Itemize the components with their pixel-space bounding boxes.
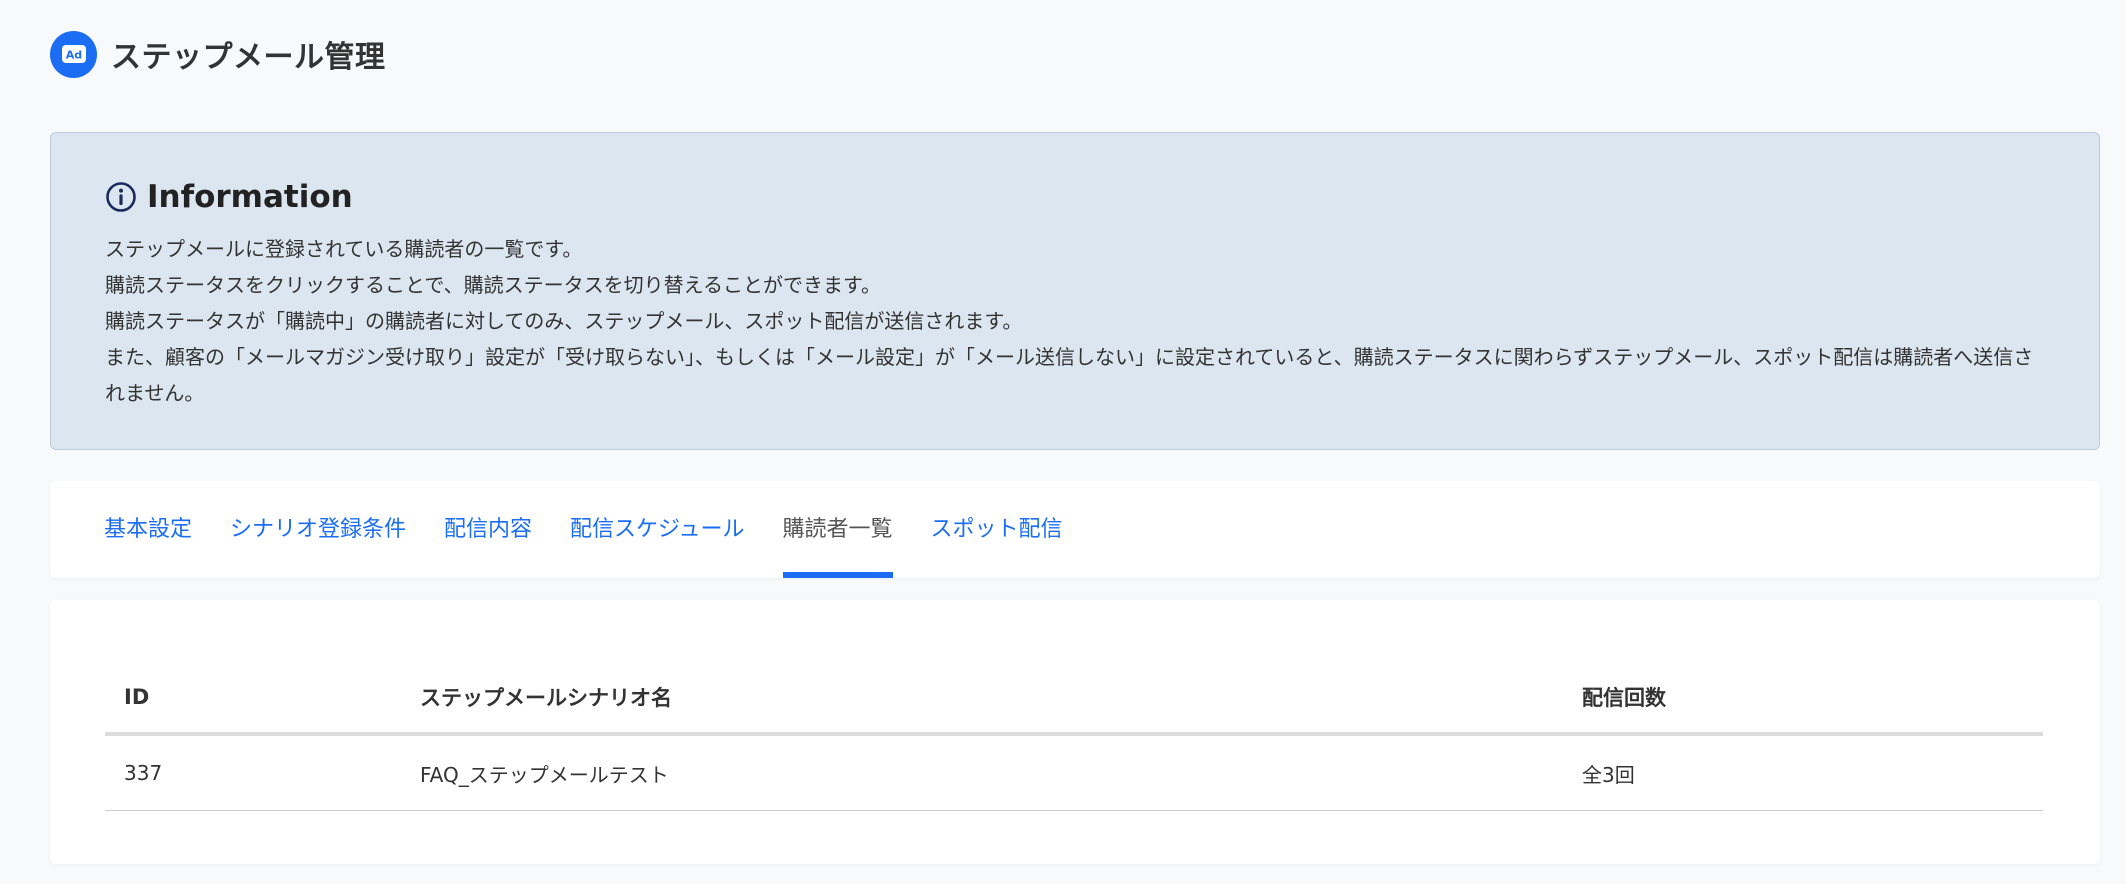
- info-circle-icon: [106, 182, 136, 212]
- information-line: ステップメールに登録されている購読者の一覧です。: [105, 237, 583, 261]
- information-line: 購読ステータスをクリックすることで、購読ステータスを切り替えることができます。: [105, 273, 881, 297]
- tabs-card: 基本設定 シナリオ登録条件 配信内容 配信スケジュール 購読者一覧 スポット配信: [50, 481, 2100, 578]
- information-line: 購読ステータスが「購読中」の購読者に対してのみ、ステップメール、スポット配信が送…: [105, 309, 1023, 333]
- tab-bar: 基本設定 シナリオ登録条件 配信内容 配信スケジュール 購読者一覧 スポット配信: [104, 481, 1101, 578]
- column-header-id: ID: [105, 662, 401, 736]
- scenario-table: ID ステップメールシナリオ名 配信回数 337 FAQ_ステップメールテスト …: [105, 662, 2043, 811]
- information-title: Information: [147, 179, 353, 215]
- subscriber-table-card: ID ステップメールシナリオ名 配信回数 337 FAQ_ステップメールテスト …: [50, 600, 2100, 864]
- tab-delivery-content[interactable]: 配信内容: [444, 481, 532, 578]
- tab-delivery-schedule[interactable]: 配信スケジュール: [570, 481, 744, 578]
- ad-badge-icon: Ad: [61, 45, 86, 63]
- tab-basic-settings[interactable]: 基本設定: [104, 481, 192, 578]
- page-title: ステップメール管理: [111, 40, 386, 75]
- tab-scenario-conditions[interactable]: シナリオ登録条件: [230, 481, 406, 578]
- tab-spot-delivery[interactable]: スポット配信: [931, 481, 1063, 578]
- information-line: また、顧客の「メールマガジン受け取り」設定が「受け取らない」、もしくは「メール設…: [105, 345, 2034, 405]
- svg-text:Ad: Ad: [65, 49, 81, 62]
- column-header-scenario-name: ステップメールシナリオ名: [401, 662, 1563, 736]
- table-row: 337 FAQ_ステップメールテスト 全3回: [105, 734, 2043, 811]
- information-heading: Information: [105, 177, 2045, 217]
- information-panel: Information ステップメールに登録されている購読者の一覧です。 購読ス…: [50, 132, 2100, 450]
- cell-scenario-name: FAQ_ステップメールテスト: [401, 734, 1563, 811]
- tab-subscriber-list[interactable]: 購読者一覧: [782, 481, 893, 578]
- logo-icon: Ad: [50, 30, 97, 78]
- cell-delivery-count: 全3回: [1563, 734, 2043, 811]
- table-header-row: ID ステップメールシナリオ名 配信回数: [105, 662, 2043, 736]
- information-body: ステップメールに登録されている購読者の一覧です。 購読ステータスをクリックするこ…: [105, 231, 2045, 411]
- cell-id: 337: [105, 734, 401, 811]
- page-header: Ad ステップメール管理: [50, 30, 386, 78]
- column-header-delivery-count: 配信回数: [1563, 662, 2043, 736]
